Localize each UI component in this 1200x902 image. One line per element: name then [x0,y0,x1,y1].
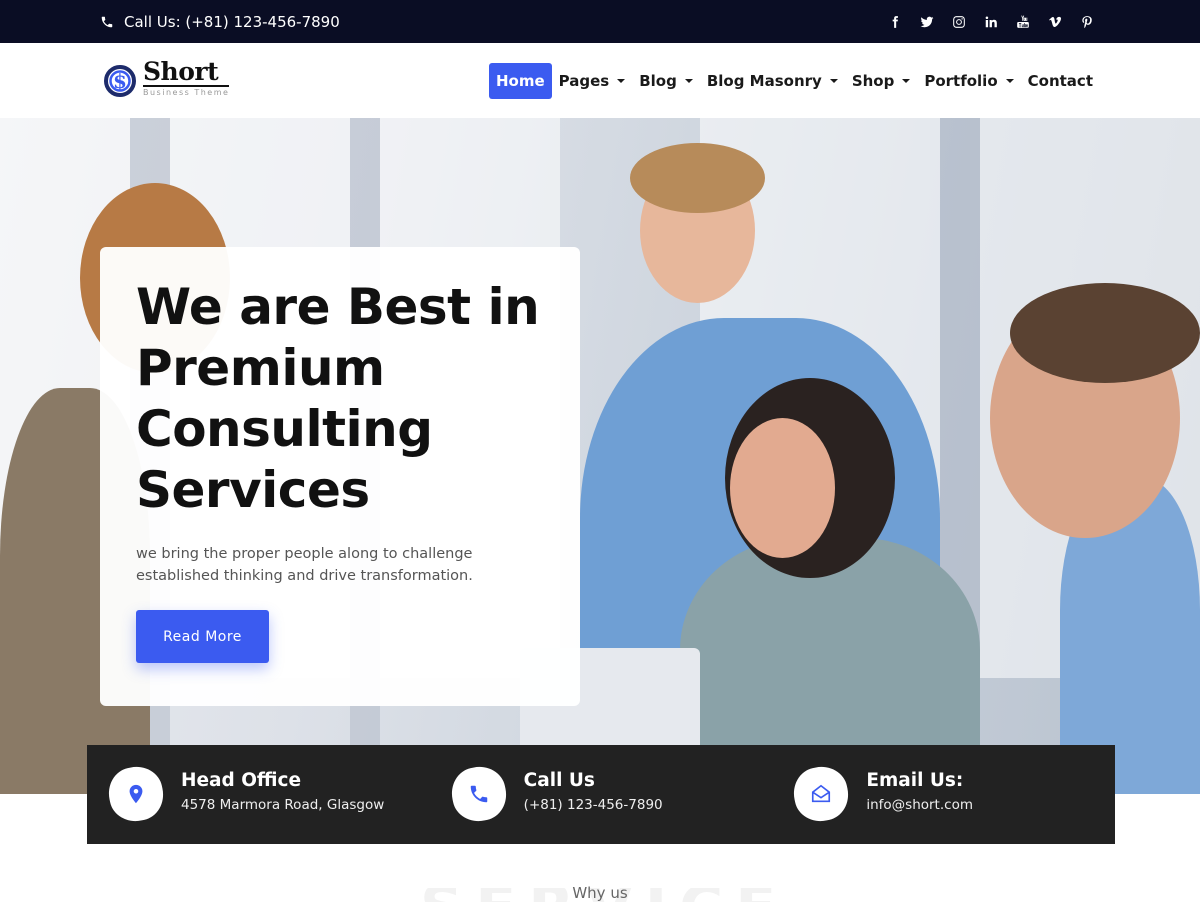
logo[interactable]: $ Short Business Theme [103,57,230,99]
phone-icon [446,761,511,827]
info-title: Email Us: [866,770,964,791]
section-eyebrow: Why us [572,884,628,902]
social-links [888,0,1094,43]
main-nav: Home Pages Blog Blog Masonry Shop Portfo… [488,63,1100,99]
info-title: Head Office [181,770,302,791]
contact-info-strip: Head Office 4578 Marmora Road, Glasgow C… [87,745,1115,844]
nav-blog-masonry-label: Blog Masonry [706,72,822,90]
info-head-office: Head Office 4578 Marmora Road, Glasgow [87,745,430,844]
svg-text:$: $ [113,69,127,93]
read-more-button[interactable]: Read More [136,610,269,663]
nav-blog[interactable]: Blog [632,63,700,99]
top-call-text: Call Us: (+81) 123-456-7890 [124,12,340,31]
envelope-icon [789,761,854,827]
hero-card: We are Best in Premium Consulting Servic… [100,247,580,706]
info-email: Email Us: info@short.com [772,745,1115,844]
caret-down-icon [902,79,911,83]
location-pin-icon [103,761,169,827]
hero-text: we bring the proper people along to chal… [136,546,473,584]
logo-brand: Short [143,59,230,87]
nav-shop-label: Shop [851,72,895,90]
info-value[interactable]: info@short.com [866,797,973,813]
twitter-icon[interactable] [920,15,934,29]
nav-blog-label: Blog [639,72,677,90]
top-bar: Call Us: (+81) 123-456-7890 [0,0,1200,43]
nav-shop[interactable]: Shop [845,63,918,99]
caret-down-icon [829,79,838,83]
top-call[interactable]: Call Us: (+81) 123-456-7890 [100,0,340,43]
phone-icon [101,16,113,27]
info-title: Call Us [523,770,595,791]
info-value[interactable]: (+81) 123-456-7890 [524,797,663,813]
hero-heading: We are Best in Premium Consulting Servic… [136,278,540,519]
nav-pages[interactable]: Pages [552,63,633,99]
linkedin-icon[interactable] [984,15,998,29]
logo-tagline: Business Theme [143,88,230,97]
nav-portfolio-label: Portfolio [924,72,998,90]
nav-contact-label: Contact [1027,72,1093,90]
caret-down-icon [684,79,693,83]
instagram-icon[interactable] [952,15,966,29]
caret-down-icon [617,79,626,83]
facebook-icon[interactable] [888,15,902,29]
info-value: 4578 Marmora Road, Glasgow [181,797,385,813]
nav-contact[interactable]: Contact [1021,63,1100,99]
youtube-icon[interactable] [1016,15,1030,29]
vimeo-icon[interactable] [1048,15,1062,29]
nav-home-label: Home [495,72,545,90]
caret-down-icon [1005,79,1014,83]
info-call-us: Call Us (+81) 123-456-7890 [430,745,773,844]
nav-home[interactable]: Home [488,63,552,99]
dollar-logo-icon: $ [104,65,136,97]
nav-portfolio[interactable]: Portfolio [917,63,1020,99]
nav-pages-label: Pages [558,72,610,90]
nav-blog-masonry[interactable]: Blog Masonry [700,63,845,99]
site-header: $ Short Business Theme Home Pages Blog B… [0,43,1200,118]
pinterest-icon[interactable] [1080,15,1094,29]
hero-section: We are Best in Premium Consulting Servic… [0,118,1200,794]
